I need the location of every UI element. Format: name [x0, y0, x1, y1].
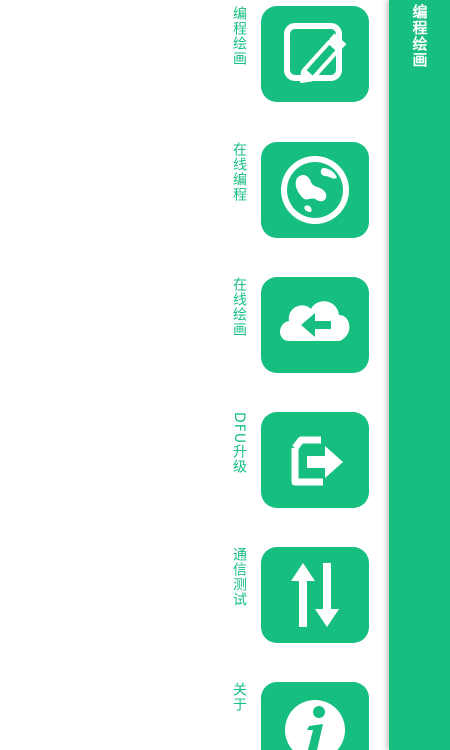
cloud-upload-icon	[280, 301, 350, 341]
tile	[261, 277, 369, 373]
edit-icon	[284, 23, 347, 84]
app-title: 编程绘画	[410, 4, 429, 68]
menu-item-programming-drawing[interactable]: 编程绘画	[225, 6, 375, 106]
tile	[261, 142, 369, 238]
globe-icon	[281, 156, 349, 224]
menu-item-online-drawing[interactable]: 在线绘画	[225, 277, 375, 377]
screen: 编程绘画 在线编程 在线绘画 DFU升级 通信测试 关于 编程绘画	[0, 0, 450, 750]
tile	[261, 412, 369, 508]
tile	[261, 547, 369, 643]
app-bar: 编程绘画	[389, 0, 450, 750]
export-icon	[291, 436, 343, 486]
menu-item-online-programming[interactable]: 在线编程	[225, 142, 375, 242]
swap-arrows-icon	[291, 563, 339, 627]
menu-item-dfu-upgrade[interactable]: DFU升级	[225, 412, 375, 512]
tile	[261, 6, 369, 102]
menu-item-label: 在线编程	[231, 142, 247, 202]
menu-item-label: DFU升级	[231, 412, 247, 475]
info-icon	[285, 700, 345, 750]
menu-item-label: 关于	[231, 682, 247, 712]
menu-item-label: 通信测试	[231, 547, 247, 607]
tile	[261, 682, 369, 750]
menu-item-communication-test[interactable]: 通信测试	[225, 547, 375, 647]
menu-item-label: 在线绘画	[231, 277, 247, 337]
menu-item-about[interactable]: 关于	[225, 682, 375, 750]
menu-item-label: 编程绘画	[231, 6, 247, 66]
